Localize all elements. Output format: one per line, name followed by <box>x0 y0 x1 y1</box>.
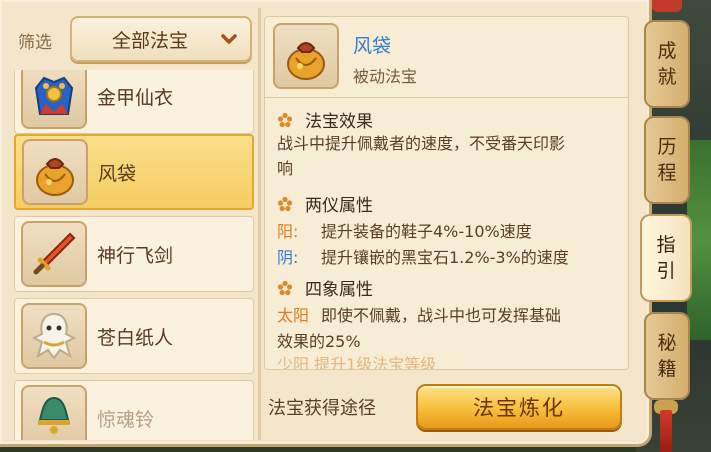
list-item-name: 苍白纸人 <box>97 326 174 349</box>
list-item[interactable]: 苍白纸人 <box>14 298 254 374</box>
list-item[interactable]: 神行飞剑 <box>14 216 254 292</box>
tab-secrets[interactable]: 秘籍 <box>644 312 690 400</box>
taiyang-attribute-cont: 效果的25% <box>277 332 361 351</box>
treasure-type: 被动法宝 <box>353 67 418 86</box>
list-item-name: 风袋 <box>98 162 137 185</box>
flying-sword-icon <box>21 221 87 287</box>
treasure-panel: 筛选 全部法宝 金甲仙衣 风袋 神行飞剑 苍白纸人 惊魂铃 风袋 被动法宝 法宝… <box>0 0 652 447</box>
list-item[interactable]: 金甲仙衣 <box>14 70 254 134</box>
paper-ghost-icon <box>21 303 87 369</box>
tab-history[interactable]: 历程 <box>644 116 690 204</box>
yin-attribute: 阴: 提升镶嵌的黑宝石1.2%-3%的速度 <box>277 248 569 267</box>
list-item-name: 神行飞剑 <box>97 244 174 267</box>
treasure-detail-card: 风袋 被动法宝 法宝效果 战斗中提升佩戴者的速度，不受番天印影 响 两仪属性 阳… <box>264 16 629 370</box>
taiyang-attribute: 太阳 即使不佩戴，战斗中也可发挥基础 <box>277 306 562 325</box>
list-item-selected[interactable]: 风袋 <box>14 134 254 210</box>
list-item-name: 惊魂铃 <box>97 408 155 431</box>
yang-attribute: 阳: 提升装备的鞋子4%-10%速度 <box>277 222 532 241</box>
four-attributes-title: 四象属性 <box>277 275 373 300</box>
filter-dropdown[interactable]: 全部法宝 <box>70 16 252 62</box>
flower-bullet-icon <box>277 196 293 211</box>
refine-button[interactable]: 法宝炼化 <box>416 384 622 430</box>
shaoyang-attribute-partial: 少阳 提升1级法宝等级 <box>277 355 437 370</box>
effect-section-title: 法宝效果 <box>277 107 373 132</box>
soul-bell-icon <box>21 385 87 440</box>
filter-selected-value: 全部法宝 <box>111 29 188 52</box>
detail-divider <box>265 97 628 98</box>
obtain-methods-link[interactable]: 法宝获得途径 <box>268 394 376 420</box>
list-item-name: 金甲仙衣 <box>97 86 174 109</box>
flower-bullet-icon <box>277 112 293 127</box>
wind-bag-icon <box>273 23 339 89</box>
wind-bag-icon <box>22 139 88 205</box>
tassel-ornament <box>660 410 672 452</box>
golden-armor-icon <box>21 70 87 129</box>
tab-achievement[interactable]: 成就 <box>644 20 690 108</box>
two-attributes-title: 两仪属性 <box>277 191 373 216</box>
treasure-name: 风袋 <box>353 35 392 57</box>
filter-label: 筛选 <box>18 33 52 53</box>
tab-ornament <box>652 0 682 12</box>
list-item[interactable]: 惊魂铃 <box>14 380 254 440</box>
flower-bullet-icon <box>277 280 293 295</box>
effect-text: 战斗中提升佩戴者的速度，不受番天印影 响 <box>277 134 566 178</box>
panel-divider <box>258 8 261 440</box>
treasure-list[interactable]: 金甲仙衣 风袋 神行飞剑 苍白纸人 惊魂铃 <box>8 70 256 440</box>
chevron-down-icon <box>221 34 237 44</box>
tab-guide[interactable]: 指引 <box>640 214 692 302</box>
